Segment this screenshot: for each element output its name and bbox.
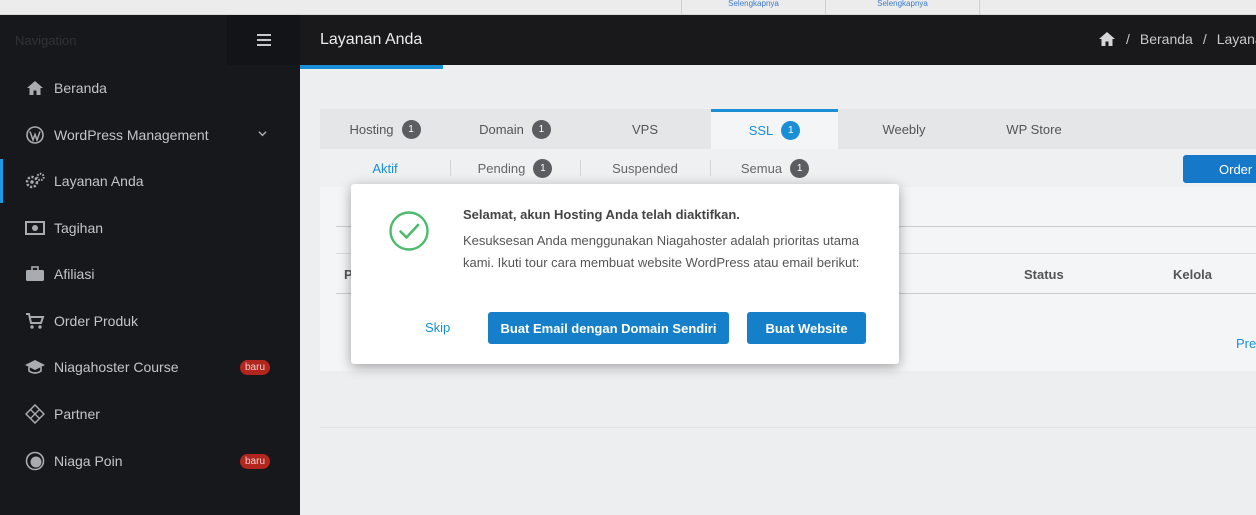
modal-body-text: Kesuksesan Anda menggunakan Niagahoster …: [463, 233, 860, 270]
success-check-icon: [389, 211, 429, 251]
activation-success-modal: Selamat, akun Hosting Anda telah diaktif…: [351, 184, 899, 364]
create-website-button[interactable]: Buat Website: [747, 312, 866, 344]
skip-link[interactable]: Skip: [425, 320, 450, 335]
modal-title: Selamat, akun Hosting Anda telah diaktif…: [463, 207, 740, 222]
create-email-button[interactable]: Buat Email dengan Domain Sendiri: [488, 312, 729, 344]
